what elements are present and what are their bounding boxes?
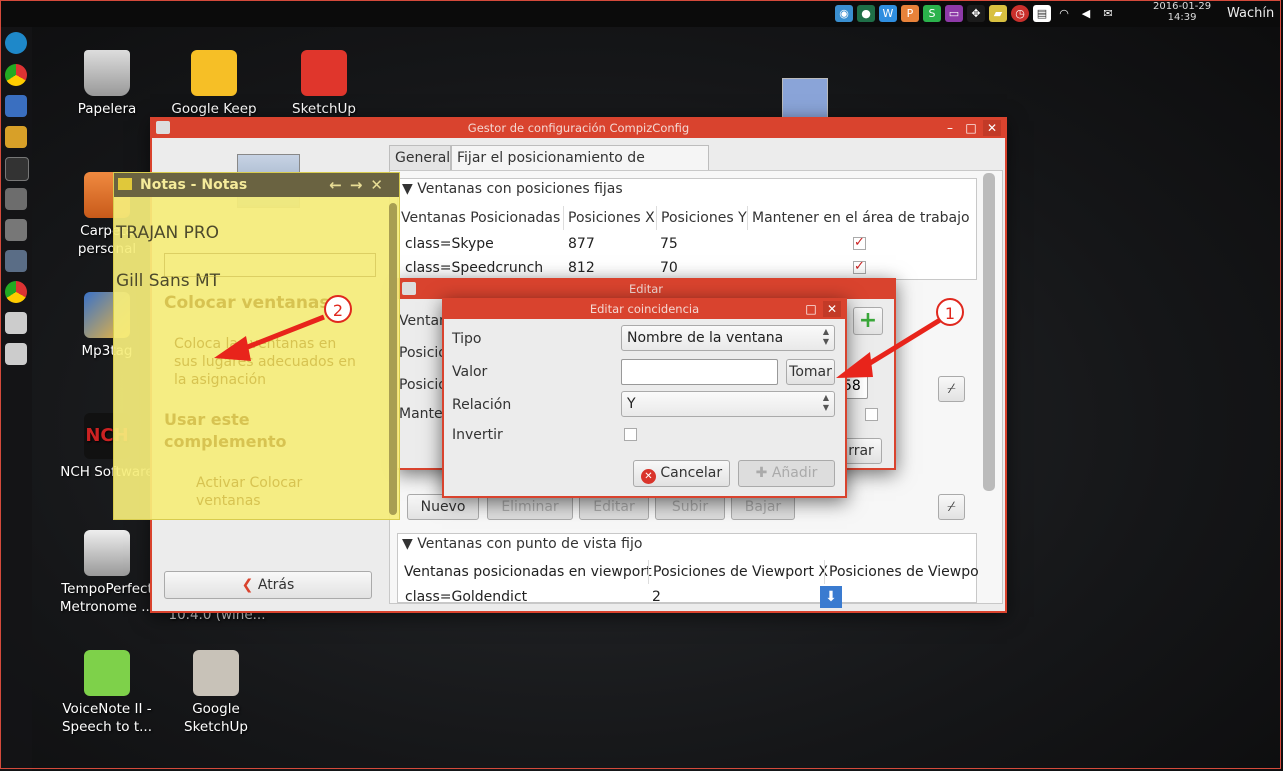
annotation-badge-2: 2 [324,295,352,323]
arrow-2-head [214,336,251,361]
arrow-2-line [239,314,325,353]
annotation-arrows [214,314,942,378]
arrow-1-head [836,352,873,378]
annotation-badge-1: 1 [936,298,964,326]
arrow-1-line [860,317,942,371]
